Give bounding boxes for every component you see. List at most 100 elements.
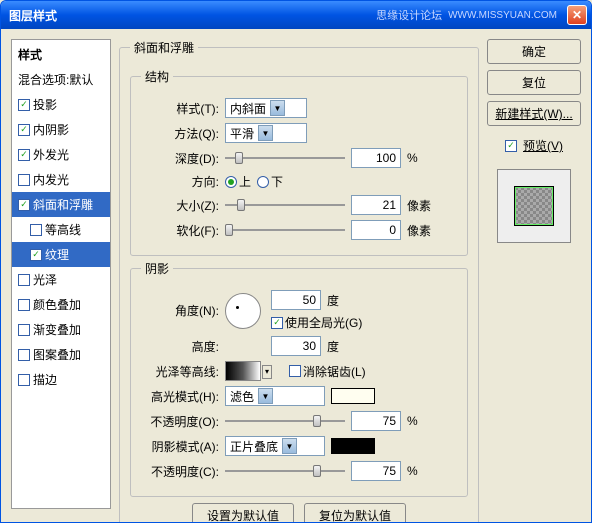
sidebar-item[interactable]: 等高线: [12, 217, 110, 242]
sidebar-item[interactable]: 光泽: [12, 267, 110, 292]
style-checkbox[interactable]: [18, 374, 30, 386]
titlebar[interactable]: 图层样式 思缘设计论坛 WWW.MISSYUAN.COM ✕: [1, 1, 591, 29]
close-button[interactable]: ✕: [567, 5, 587, 25]
technique-label: 方法(Q):: [141, 125, 219, 142]
style-checkbox[interactable]: [18, 124, 30, 136]
bevel-emboss-group: 斜面和浮雕 结构 样式(T): 内斜面▼ 方法(Q): 平滑▼ 深度(D): 1: [119, 39, 479, 523]
style-checkbox[interactable]: [18, 274, 30, 286]
main-title: 斜面和浮雕: [130, 39, 198, 56]
chevron-down-icon: ▼: [270, 100, 285, 116]
watermark-url: WWW.MISSYUAN.COM: [448, 10, 557, 21]
sidebar-item[interactable]: 内发光: [12, 167, 110, 192]
sidebar-item[interactable]: 渐变叠加: [12, 317, 110, 342]
style-checkbox[interactable]: [18, 149, 30, 161]
shadow-color-swatch[interactable]: [331, 438, 375, 454]
angle-dial[interactable]: [225, 293, 261, 329]
style-checkbox[interactable]: [30, 249, 42, 261]
cancel-button[interactable]: 复位: [487, 70, 581, 95]
styles-sidebar: 样式 混合选项:默认 投影内阴影外发光内发光斜面和浮雕等高线纹理光泽颜色叠加渐变…: [11, 39, 111, 509]
sidebar-item-label: 外发光: [33, 146, 69, 163]
sidebar-item[interactable]: 描边: [12, 367, 110, 392]
preview-label: 预览(V): [523, 137, 563, 154]
make-default-button[interactable]: 设置为默认值: [192, 503, 294, 523]
sidebar-item[interactable]: 颜色叠加: [12, 292, 110, 317]
technique-combo[interactable]: 平滑▼: [225, 123, 307, 143]
structure-group: 结构 样式(T): 内斜面▼ 方法(Q): 平滑▼ 深度(D): 100 %: [130, 68, 468, 256]
pixel-unit: 像素: [407, 222, 431, 239]
chevron-down-icon: ▾: [262, 365, 272, 379]
direction-label: 方向:: [141, 173, 219, 190]
angle-input[interactable]: 50: [271, 290, 321, 310]
depth-input[interactable]: 100: [351, 148, 401, 168]
depth-slider[interactable]: [225, 152, 345, 164]
sidebar-item[interactable]: 图案叠加: [12, 342, 110, 367]
direction-up-radio[interactable]: 上: [225, 173, 251, 190]
altitude-label: 高度:: [141, 338, 219, 355]
sidebar-item-label: 投影: [33, 96, 57, 113]
right-column: 确定 复位 新建样式(W)... 预览(V): [487, 39, 581, 509]
sidebar-item-label: 等高线: [45, 221, 81, 238]
highlight-opacity-input[interactable]: 75: [351, 411, 401, 431]
altitude-input[interactable]: 30: [271, 336, 321, 356]
soften-label: 软化(F):: [141, 222, 219, 239]
depth-label: 深度(D):: [141, 150, 219, 167]
antialias-checkbox[interactable]: 消除锯齿(L): [289, 363, 366, 380]
chevron-down-icon: ▼: [258, 388, 273, 404]
sidebar-item-label: 斜面和浮雕: [33, 196, 93, 213]
main-panel: 斜面和浮雕 结构 样式(T): 内斜面▼ 方法(Q): 平滑▼ 深度(D): 1: [119, 39, 479, 509]
percent-unit: %: [407, 151, 418, 165]
window-title: 图层样式: [9, 7, 376, 24]
style-checkbox[interactable]: [18, 324, 30, 336]
sidebar-item[interactable]: 外发光: [12, 142, 110, 167]
style-checkbox[interactable]: [18, 99, 30, 111]
sidebar-blend-options[interactable]: 混合选项:默认: [12, 67, 110, 92]
style-checkbox[interactable]: [18, 174, 30, 186]
preview-checkbox[interactable]: [505, 140, 517, 152]
sidebar-item-label: 内阴影: [33, 121, 69, 138]
highlight-mode-label: 高光模式(H):: [141, 388, 219, 405]
highlight-color-swatch[interactable]: [331, 388, 375, 404]
sidebar-item-label: 颜色叠加: [33, 296, 81, 313]
shading-group: 阴影 角度(N): 50 度 使用全局光(G) 高度:: [130, 260, 468, 497]
size-label: 大小(Z):: [141, 197, 219, 214]
sidebar-item[interactable]: 投影: [12, 92, 110, 117]
new-style-button[interactable]: 新建样式(W)...: [487, 101, 581, 126]
sidebar-item[interactable]: 内阴影: [12, 117, 110, 142]
reset-default-button[interactable]: 复位为默认值: [304, 503, 406, 523]
gloss-contour-label: 光泽等高线:: [141, 363, 219, 380]
soften-input[interactable]: 0: [351, 220, 401, 240]
sidebar-item-label: 光泽: [33, 271, 57, 288]
style-checkbox[interactable]: [18, 299, 30, 311]
percent-unit: %: [407, 464, 418, 478]
highlight-opacity-label: 不透明度(O):: [141, 413, 219, 430]
pixel-unit: 像素: [407, 197, 431, 214]
shadow-mode-combo[interactable]: 正片叠底▼: [225, 436, 325, 456]
sidebar-item-label: 图案叠加: [33, 346, 81, 363]
preview-thumbnail: [514, 186, 554, 226]
style-checkbox[interactable]: [18, 199, 30, 211]
shadow-opacity-label: 不透明度(C):: [141, 463, 219, 480]
size-input[interactable]: 21: [351, 195, 401, 215]
shadow-opacity-input[interactable]: 75: [351, 461, 401, 481]
highlight-opacity-slider[interactable]: [225, 415, 345, 427]
angle-label: 角度(N):: [141, 302, 219, 319]
global-light-checkbox[interactable]: 使用全局光(G): [271, 314, 362, 331]
style-combo[interactable]: 内斜面▼: [225, 98, 307, 118]
style-checkbox[interactable]: [18, 349, 30, 361]
ok-button[interactable]: 确定: [487, 39, 581, 64]
chevron-down-icon: ▼: [282, 438, 297, 454]
sidebar-item-label: 渐变叠加: [33, 321, 81, 338]
chevron-down-icon: ▼: [258, 125, 273, 141]
percent-unit: %: [407, 414, 418, 428]
gloss-contour-combo[interactable]: ▾: [225, 361, 261, 381]
preview-area: [497, 169, 571, 243]
direction-down-radio[interactable]: 下: [257, 173, 283, 190]
soften-slider[interactable]: [225, 224, 345, 236]
layer-style-dialog: 图层样式 思缘设计论坛 WWW.MISSYUAN.COM ✕ 样式 混合选项:默…: [0, 0, 592, 523]
highlight-mode-combo[interactable]: 滤色▼: [225, 386, 325, 406]
sidebar-item[interactable]: 纹理: [12, 242, 110, 267]
style-checkbox[interactable]: [30, 224, 42, 236]
shadow-opacity-slider[interactable]: [225, 465, 345, 477]
size-slider[interactable]: [225, 199, 345, 211]
sidebar-item[interactable]: 斜面和浮雕: [12, 192, 110, 217]
